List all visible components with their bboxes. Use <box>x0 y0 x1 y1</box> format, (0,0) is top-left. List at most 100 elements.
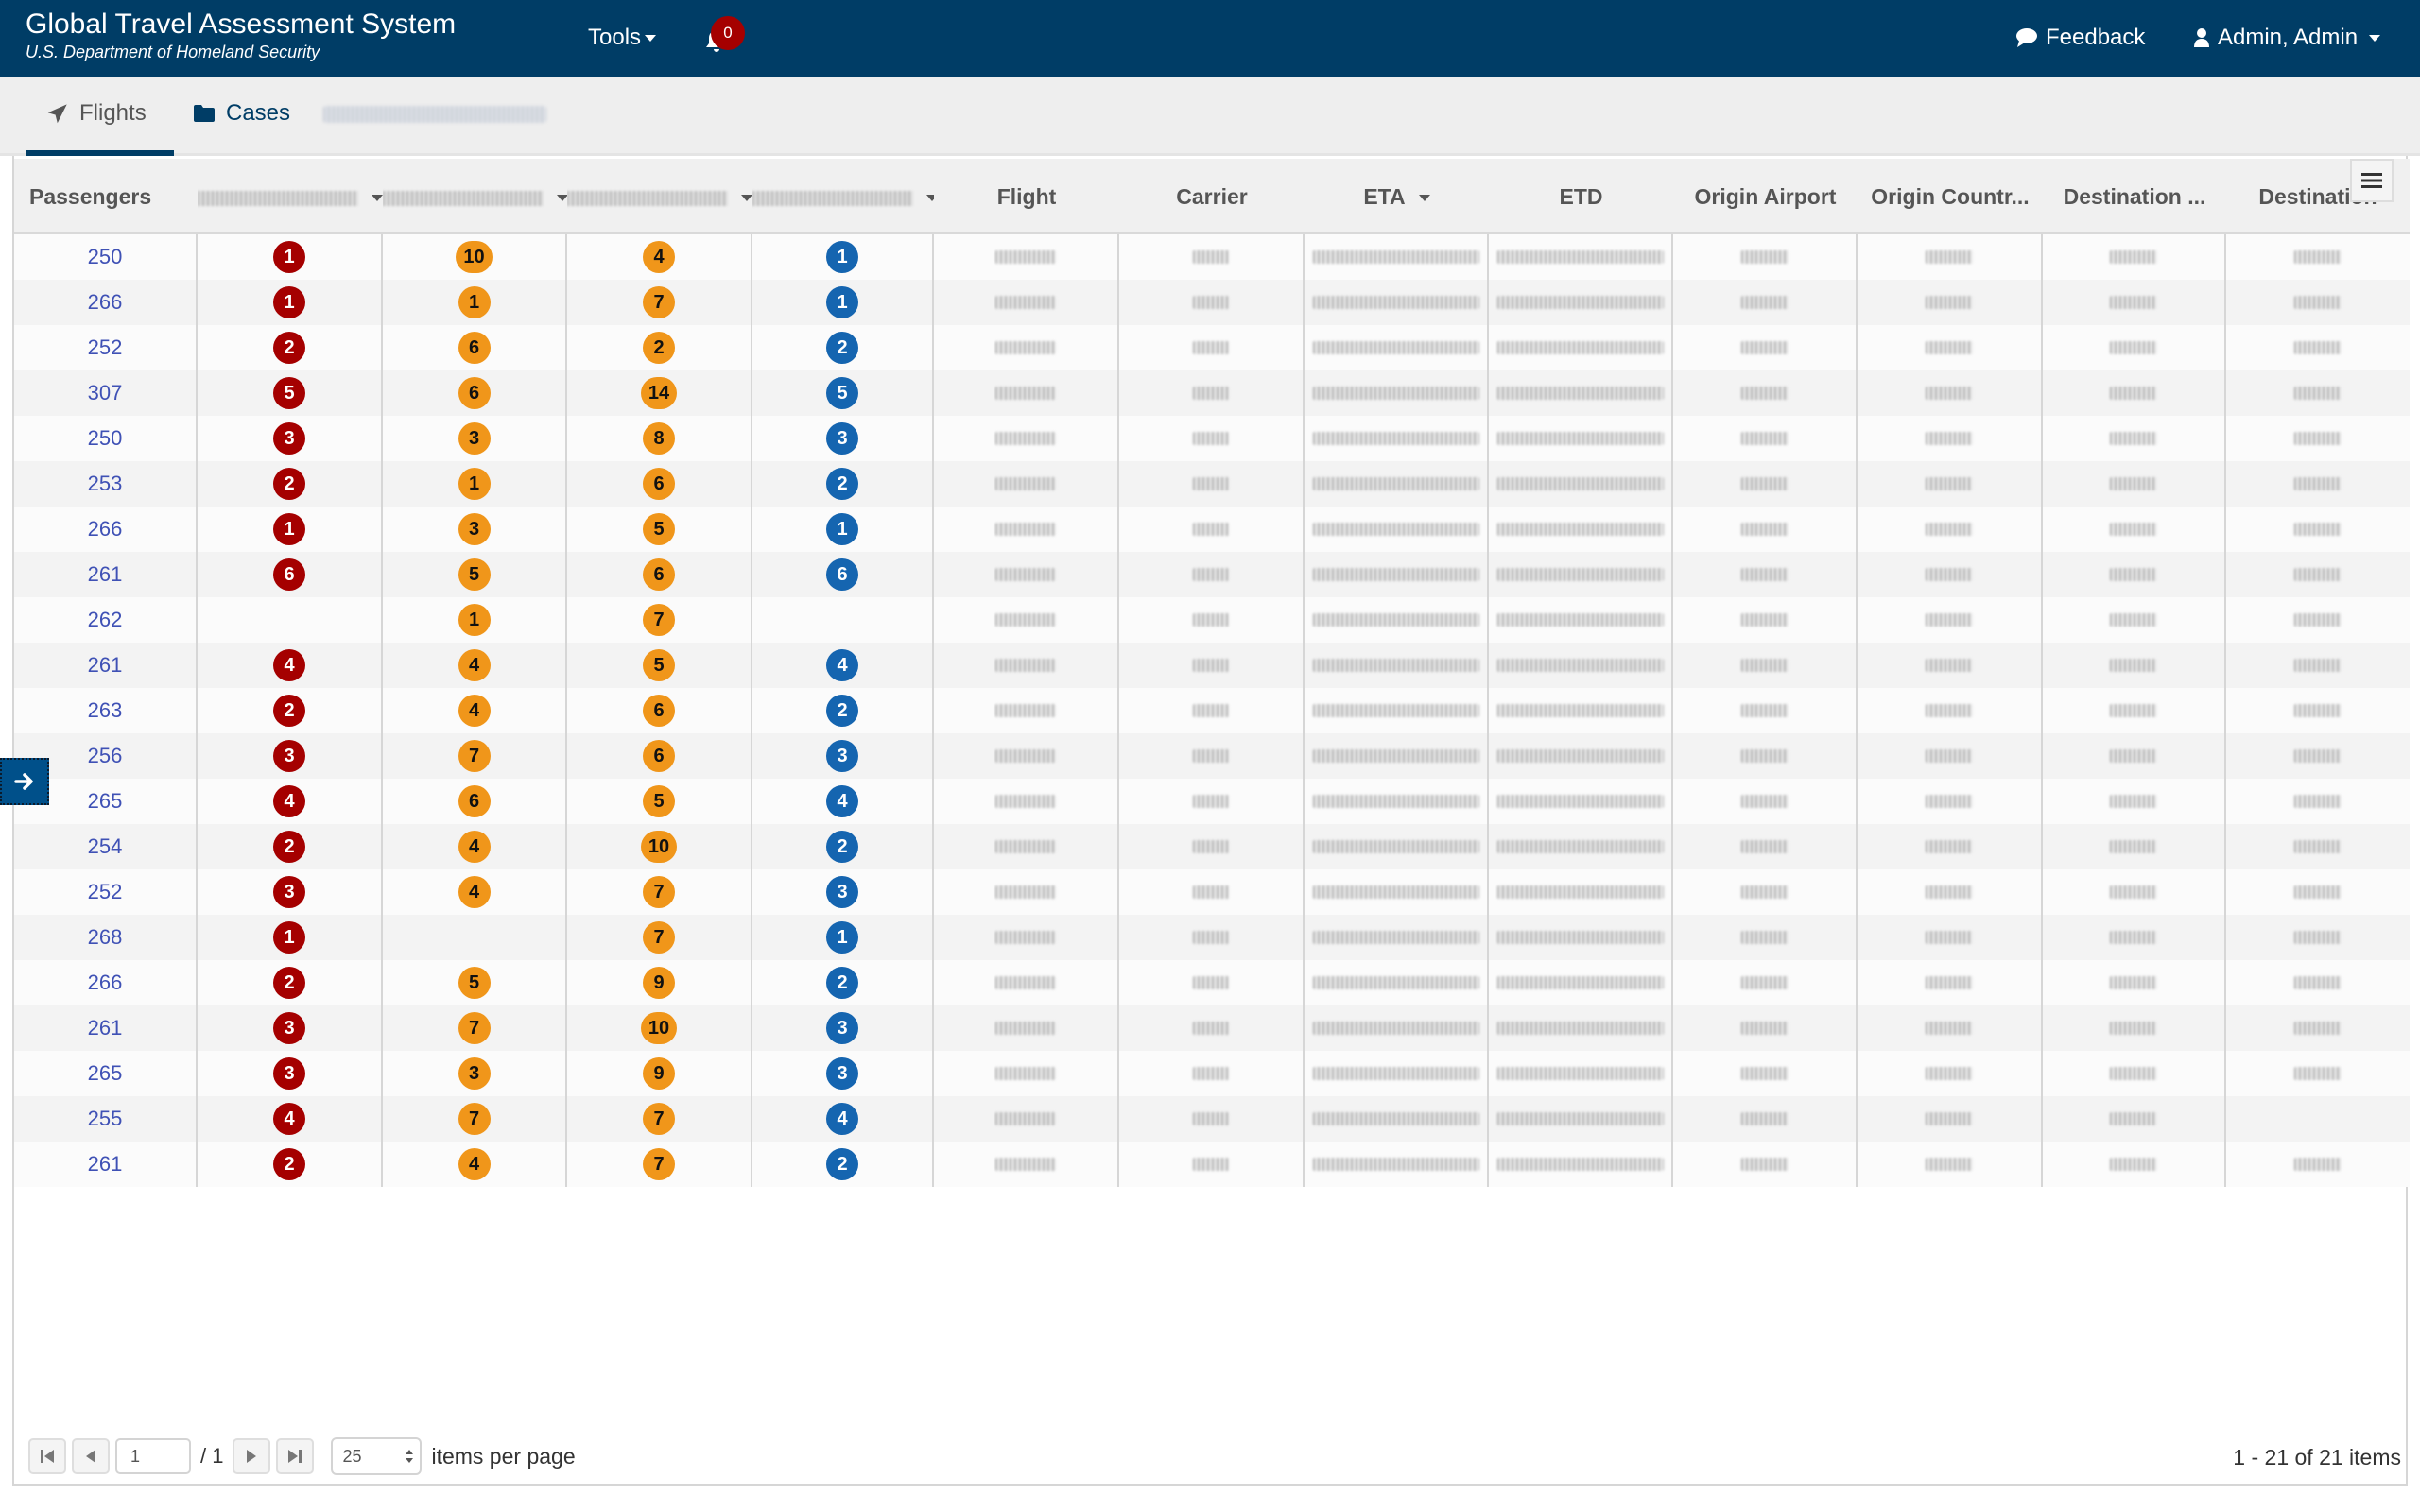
orange-count-badge[interactable]: 3 <box>458 1057 491 1090</box>
red-count-badge[interactable]: 1 <box>273 286 305 318</box>
column-header-etd[interactable]: ETD <box>1489 159 1673 234</box>
table-row[interactable]: 250 3 3 8 3 <box>14 416 2410 461</box>
passengers-link[interactable]: 250 <box>88 426 123 451</box>
blue-count-badge[interactable]: 2 <box>826 695 858 727</box>
red-count-badge[interactable]: 2 <box>273 468 305 500</box>
orange-count-badge[interactable]: 9 <box>643 1057 675 1090</box>
table-row[interactable]: 268 1 7 1 <box>14 915 2410 960</box>
brand[interactable]: Global Travel Assessment System U.S. Dep… <box>26 8 456 62</box>
orange-count-badge[interactable]: 14 <box>640 377 678 409</box>
blue-count-badge[interactable]: 2 <box>826 967 858 999</box>
table-row[interactable]: 265 3 3 9 3 <box>14 1051 2410 1096</box>
red-count-badge[interactable]: 3 <box>273 740 305 772</box>
orange-count-badge[interactable]: 7 <box>643 1103 675 1135</box>
red-count-badge[interactable]: 5 <box>273 377 305 409</box>
passengers-link[interactable]: 266 <box>88 290 123 315</box>
passengers-link[interactable]: 263 <box>88 698 123 723</box>
table-row[interactable]: 261 4 4 5 4 <box>14 643 2410 688</box>
last-page-button[interactable] <box>276 1438 315 1474</box>
column-header-origin-airport[interactable]: Origin Airport <box>1673 159 1858 234</box>
table-row[interactable]: 266 1 1 7 1 <box>14 280 2410 325</box>
orange-count-badge[interactable]: 7 <box>458 1012 491 1044</box>
passengers-link[interactable]: 252 <box>88 880 123 904</box>
tab-redacted[interactable] <box>323 106 546 123</box>
orange-count-badge[interactable]: 10 <box>640 831 678 863</box>
column-header-col4[interactable] <box>567 159 752 234</box>
blue-count-badge[interactable]: 4 <box>826 1103 858 1135</box>
blue-count-badge[interactable]: 4 <box>826 649 858 681</box>
column-header-origin-country[interactable]: Origin Countr... <box>1858 159 2043 234</box>
table-row[interactable]: 262 1 7 <box>14 597 2410 643</box>
orange-count-badge[interactable]: 8 <box>643 422 675 455</box>
passengers-link[interactable]: 250 <box>88 245 123 269</box>
column-header-flight[interactable]: Flight <box>934 159 1119 234</box>
tools-menu[interactable]: Tools <box>588 25 657 51</box>
column-header-col5[interactable] <box>752 159 934 234</box>
passengers-link[interactable]: 265 <box>88 789 123 814</box>
tab-flights[interactable]: Flights <box>47 100 147 127</box>
blue-count-badge[interactable]: 1 <box>826 921 858 954</box>
blue-count-badge[interactable]: 2 <box>826 468 858 500</box>
passengers-link[interactable]: 262 <box>88 608 123 632</box>
table-row[interactable]: 252 2 6 2 2 <box>14 325 2410 370</box>
orange-count-badge[interactable]: 7 <box>643 876 675 908</box>
passengers-link[interactable]: 254 <box>88 834 123 859</box>
column-menu-button[interactable] <box>2350 159 2394 202</box>
table-row[interactable]: 254 2 4 10 2 <box>14 824 2410 869</box>
red-count-badge[interactable]: 3 <box>273 1057 305 1090</box>
blue-count-badge[interactable]: 2 <box>826 831 858 863</box>
orange-count-badge[interactable]: 4 <box>458 649 491 681</box>
column-header-carrier[interactable]: Carrier <box>1119 159 1305 234</box>
passengers-link[interactable]: 261 <box>88 653 123 678</box>
orange-count-badge[interactable]: 1 <box>458 604 491 636</box>
orange-count-badge[interactable]: 4 <box>458 831 491 863</box>
red-count-badge[interactable]: 2 <box>273 1148 305 1180</box>
orange-count-badge[interactable]: 4 <box>643 241 675 273</box>
orange-count-badge[interactable]: 5 <box>643 513 675 545</box>
orange-count-badge[interactable]: 10 <box>640 1012 678 1044</box>
feedback-button[interactable]: Feedback <box>2015 25 2145 51</box>
orange-count-badge[interactable]: 7 <box>643 921 675 954</box>
orange-count-badge[interactable]: 6 <box>458 332 491 364</box>
first-page-button[interactable] <box>28 1438 66 1474</box>
orange-count-badge[interactable]: 4 <box>458 876 491 908</box>
column-header-destination-airport[interactable]: Destination ... <box>2043 159 2226 234</box>
passengers-link[interactable]: 256 <box>88 744 123 768</box>
blue-count-badge[interactable]: 6 <box>826 558 858 591</box>
orange-count-badge[interactable]: 6 <box>458 785 491 817</box>
orange-count-badge[interactable]: 9 <box>643 967 675 999</box>
passengers-link[interactable]: 268 <box>88 925 123 950</box>
orange-count-badge[interactable]: 4 <box>458 695 491 727</box>
orange-count-badge[interactable]: 5 <box>643 649 675 681</box>
red-count-badge[interactable]: 1 <box>273 513 305 545</box>
orange-count-badge[interactable]: 6 <box>643 468 675 500</box>
orange-count-badge[interactable]: 6 <box>643 740 675 772</box>
table-row[interactable]: 265 4 6 5 4 <box>14 779 2410 824</box>
passengers-link[interactable]: 255 <box>88 1107 123 1131</box>
red-count-badge[interactable]: 2 <box>273 695 305 727</box>
prev-page-button[interactable] <box>72 1438 110 1474</box>
orange-count-badge[interactable]: 3 <box>458 513 491 545</box>
orange-count-badge[interactable]: 1 <box>458 286 491 318</box>
table-row[interactable]: 256 3 7 6 3 <box>14 733 2410 779</box>
table-row[interactable]: 261 6 5 6 6 <box>14 552 2410 597</box>
red-count-badge[interactable]: 1 <box>273 241 305 273</box>
page-number-input[interactable] <box>115 1438 191 1474</box>
tab-cases[interactable]: Cases <box>194 100 290 127</box>
blue-count-badge[interactable]: 3 <box>826 1057 858 1090</box>
column-header-col2[interactable] <box>198 159 383 234</box>
orange-count-badge[interactable]: 4 <box>458 1148 491 1180</box>
blue-count-badge[interactable]: 3 <box>826 876 858 908</box>
red-count-badge[interactable]: 4 <box>273 649 305 681</box>
blue-count-badge[interactable]: 5 <box>826 377 858 409</box>
orange-count-badge[interactable]: 7 <box>458 1103 491 1135</box>
page-size-select[interactable]: 25 <box>331 1437 423 1475</box>
red-count-badge[interactable]: 2 <box>273 831 305 863</box>
blue-count-badge[interactable]: 3 <box>826 740 858 772</box>
passengers-link[interactable]: 266 <box>88 517 123 541</box>
passengers-link[interactable]: 266 <box>88 971 123 995</box>
orange-count-badge[interactable]: 7 <box>643 286 675 318</box>
table-row[interactable]: 261 3 7 10 3 <box>14 1005 2410 1051</box>
orange-count-badge[interactable]: 6 <box>458 377 491 409</box>
orange-count-badge[interactable]: 5 <box>458 967 491 999</box>
